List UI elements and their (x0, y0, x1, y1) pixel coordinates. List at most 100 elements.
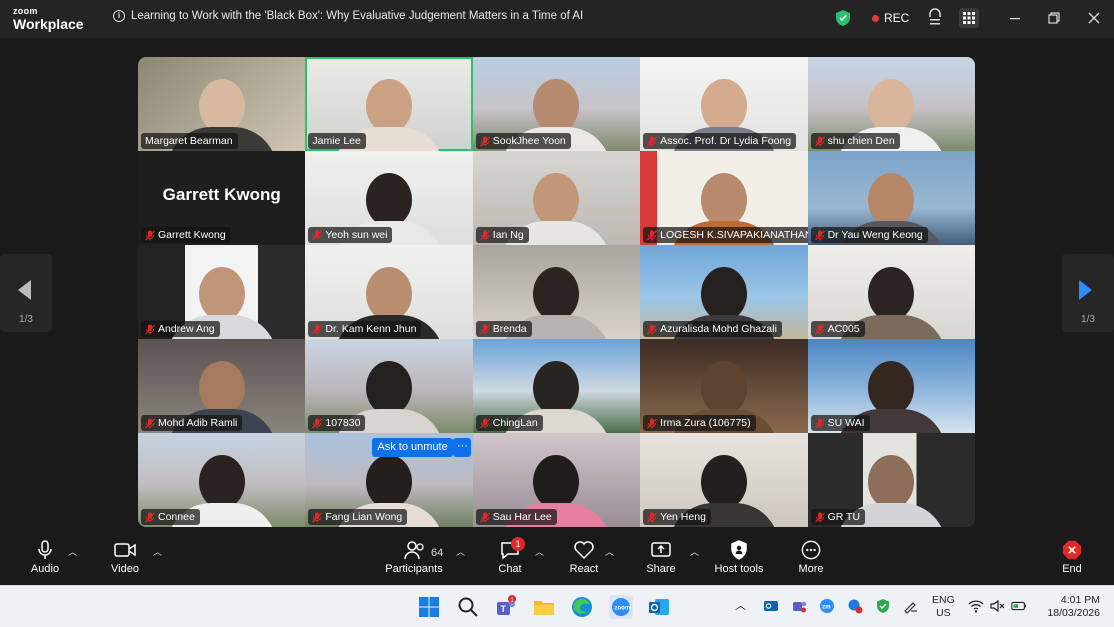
muted-microphone-icon (814, 512, 825, 522)
participant-name: Yen Heng (660, 511, 706, 523)
speaker-muted-icon[interactable] (989, 598, 1005, 614)
participant-name-tag: Dr Yau Weng Keong (810, 227, 928, 243)
show-hidden-icons-chevron-icon[interactable]: ︿ (735, 597, 751, 613)
participant-name: Connee (158, 511, 195, 523)
participant-name: Dr. Kam Kenn Jhun (325, 323, 417, 335)
participant-name-tag: Yeoh sun wei (308, 227, 393, 243)
previous-page-button[interactable]: 1/3 (0, 254, 52, 332)
participant-tile[interactable]: AC005 (807, 245, 975, 339)
outlook-tray-icon[interactable] (763, 598, 779, 614)
participant-tile[interactable]: Dr Yau Weng Keong (807, 151, 975, 245)
participant-tile[interactable]: Dr. Kam Kenn Jhun (305, 245, 473, 339)
wifi-icon[interactable] (968, 598, 984, 614)
next-page-button[interactable]: 1/3 (1062, 254, 1114, 332)
participant-tile[interactable]: Irma Zura (106775) (640, 339, 808, 433)
participant-tile[interactable]: Yen Heng (640, 433, 808, 527)
restore-icon[interactable] (1044, 8, 1064, 28)
participant-tile[interactable]: Fang Lian Wong Ask to unmute ··· (305, 433, 473, 527)
participants-options-caret-icon[interactable]: ︿ (456, 545, 465, 558)
network-warning-tray-icon[interactable] (847, 598, 863, 614)
participant-tile[interactable]: Assoc. Prof. Dr Lydia Foong (640, 57, 808, 151)
participant-tile[interactable]: Sau Har Lee (472, 433, 641, 527)
meeting-title[interactable]: i Learning to Work with the 'Black Box':… (113, 10, 583, 22)
meeting-title-text: Learning to Work with the 'Black Box': W… (131, 10, 584, 22)
recording-indicator[interactable]: REC (872, 11, 909, 25)
security-tray-icon[interactable] (875, 598, 891, 614)
share-options-caret-icon[interactable]: ︿ (690, 545, 699, 558)
participant-tile[interactable]: Mohd Adib Ramli (138, 339, 306, 433)
host-tools-button[interactable]: Host tools (712, 540, 766, 575)
participant-name: AC005 (827, 323, 860, 335)
file-explorer-icon[interactable] (532, 595, 556, 619)
teams-tray-icon[interactable] (791, 598, 807, 614)
audio-options-caret-icon[interactable]: ︿ (68, 545, 77, 558)
participant-tile[interactable]: LOGESH K.SIVAPAKIANATHAN (640, 151, 808, 245)
participant-tile[interactable]: 107830 (305, 339, 473, 433)
system-clock[interactable]: 4:01 PM 18/03/2026 (1042, 594, 1100, 620)
lock-meeting-icon[interactable] (925, 8, 945, 28)
participant-tile[interactable]: Ian Ng (472, 151, 641, 245)
edge-browser-icon[interactable] (570, 595, 594, 619)
muted-microphone-icon (814, 418, 825, 428)
minimize-icon[interactable] (1005, 8, 1025, 28)
outlook-icon[interactable] (647, 595, 671, 619)
participant-tile[interactable]: Brenda (472, 245, 641, 339)
camera-icon (114, 543, 136, 557)
participant-tile[interactable]: GR TU (807, 433, 975, 527)
participant-name: 107830 (325, 417, 361, 429)
language-code: ENG (932, 594, 955, 606)
more-button[interactable]: More (796, 540, 826, 575)
arrow-left-icon (18, 280, 31, 300)
zoom-tray-icon[interactable]: zm (819, 598, 835, 614)
participant-name-tag: Ian Ng (475, 227, 529, 243)
teams-icon[interactable]: T1 (494, 595, 518, 619)
muted-microphone-icon (312, 418, 323, 428)
react-options-caret-icon[interactable]: ︿ (605, 545, 614, 558)
gallery-view-icon[interactable] (959, 8, 979, 28)
participant-name-tag: SU WAI (810, 415, 870, 431)
participant-name: Assoc. Prof. Dr Lydia Foong (660, 135, 792, 147)
teams-badge: 1 (510, 597, 514, 604)
participant-name: Ian Ng (492, 229, 524, 241)
end-meeting-button[interactable]: End (1058, 540, 1086, 575)
participant-name: Garrett Kwong (158, 229, 226, 241)
participant-name: Yeoh sun wei (325, 229, 388, 241)
battery-charging-icon[interactable] (1011, 598, 1027, 614)
participant-name-tag: Assoc. Prof. Dr Lydia Foong (643, 133, 797, 149)
participant-tile[interactable]: Yeoh sun wei (305, 151, 473, 245)
participant-tile[interactable]: SU WAI (807, 339, 975, 433)
more-dots-icon (801, 540, 821, 560)
logo-bottom-text: Workplace (13, 16, 84, 32)
participant-tile[interactable]: Margaret Bearman (138, 57, 306, 151)
participant-tile[interactable]: Andrew Ang (138, 245, 306, 339)
ask-to-unmute-button[interactable]: Ask to unmute (372, 438, 453, 457)
participant-tile[interactable]: SookJhee Yoon (472, 57, 641, 151)
participant-tile[interactable]: Garrett Kwong Garrett Kwong (138, 151, 306, 245)
muted-microphone-icon (312, 324, 323, 334)
chat-options-caret-icon[interactable]: ︿ (535, 545, 544, 558)
participant-tile[interactable]: Azuralisda Mohd Ghazali (640, 245, 808, 339)
encryption-shield-icon[interactable] (836, 10, 850, 26)
muted-microphone-icon (145, 324, 155, 334)
participants-count: 64 (431, 547, 444, 559)
chat-button[interactable]: 1 Chat (496, 537, 525, 575)
info-icon[interactable]: i (113, 10, 125, 22)
muted-microphone-icon (479, 512, 490, 522)
input-language-indicator[interactable]: ENG US (932, 594, 955, 620)
audio-button[interactable]: Audio (30, 540, 60, 575)
participant-tile[interactable]: Jamie Lee (305, 57, 473, 151)
react-button[interactable]: React (568, 540, 600, 575)
windows-start-icon[interactable] (417, 595, 441, 619)
close-icon[interactable] (1084, 8, 1104, 28)
share-button[interactable]: Share (646, 540, 676, 575)
video-button[interactable]: Video (110, 540, 140, 575)
tile-more-options-button[interactable]: ··· (453, 438, 472, 457)
participant-tile[interactable]: ChingLan (472, 339, 641, 433)
participant-tile[interactable]: shu chien Den (807, 57, 975, 151)
participant-tile[interactable]: Connee (138, 433, 306, 527)
zoom-app-icon[interactable]: zoom (609, 595, 633, 619)
pen-input-tray-icon[interactable] (902, 598, 918, 614)
search-icon[interactable] (456, 595, 480, 619)
video-options-caret-icon[interactable]: ︿ (153, 545, 162, 558)
participant-name: shu chien Den (827, 135, 895, 147)
